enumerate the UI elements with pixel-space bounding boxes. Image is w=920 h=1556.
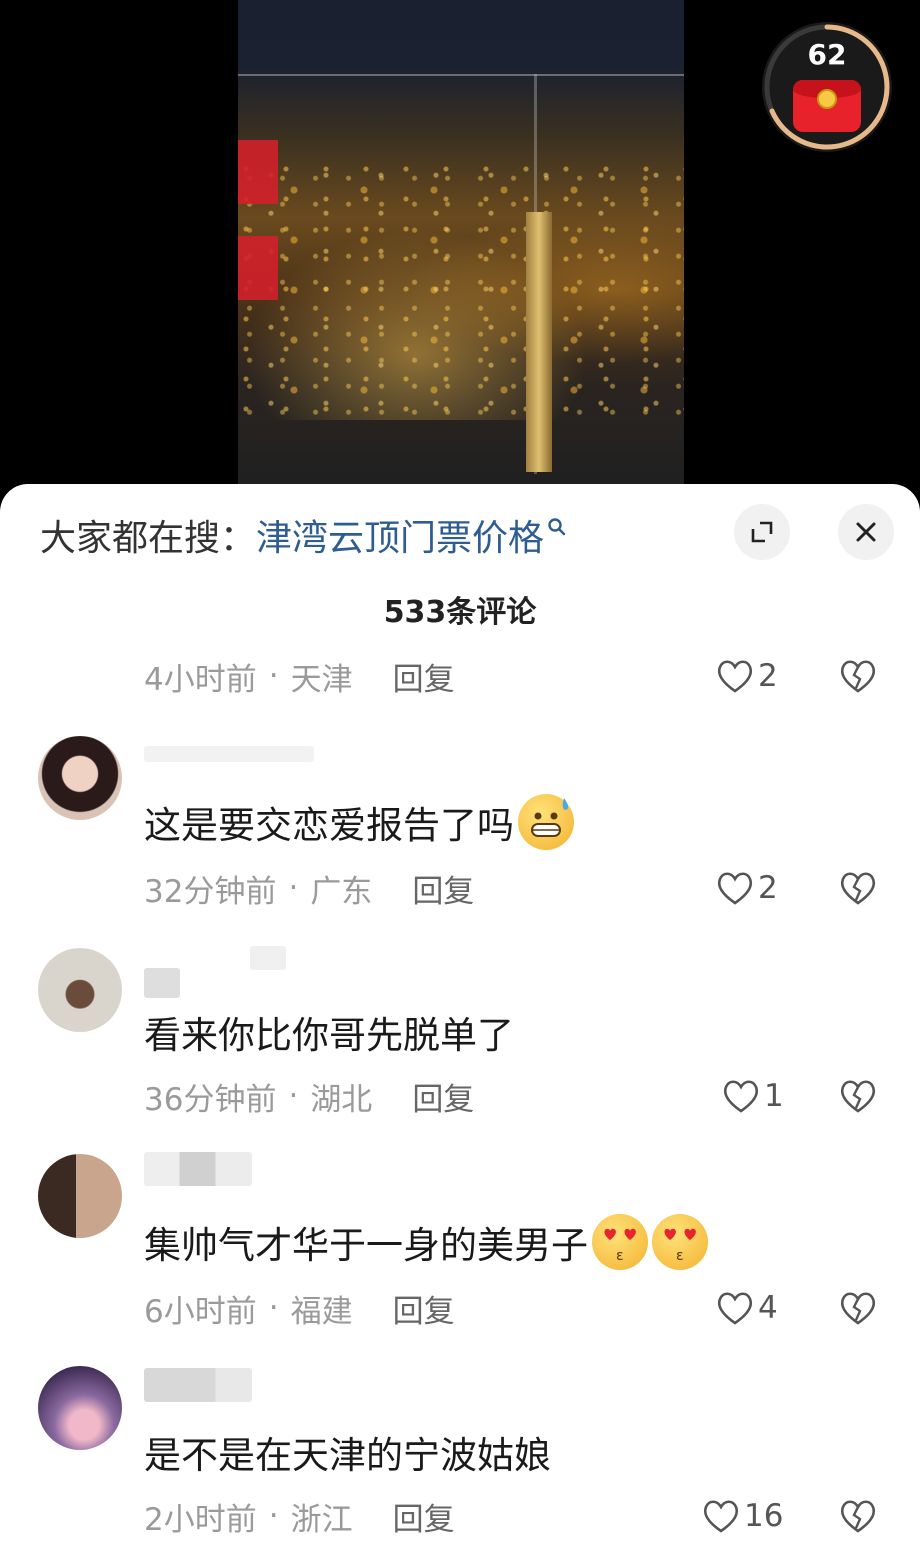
search-icon [548,518,566,536]
like-count: 2 [758,870,778,906]
comment-text: 这是要交恋爱报告了吗 [144,792,574,852]
kissing-heart-eyes-emoji-icon: ε [592,1214,648,1270]
like-button[interactable]: 2 [716,866,778,910]
broken-heart-icon [840,1500,876,1533]
reply-button[interactable]: 回复 [412,1074,474,1119]
comment-location: 福建 [290,1293,353,1330]
avatar[interactable] [38,1154,122,1238]
like-button[interactable]: 2 [716,654,778,698]
video-player[interactable]: 62 [0,0,920,500]
comment-time: 4小时前 [144,661,257,698]
comments-sheet: 大家都在搜： 津湾云顶门票价格 533条评论 4小时前 · 天津 回复 2 这是… [0,484,920,1556]
heart-icon [717,660,753,693]
avatar[interactable] [38,948,122,1032]
comment-body: 看来你比你哥先脱单了 [144,1014,514,1057]
username-blurred[interactable] [144,1368,252,1402]
like-count: 16 [744,1498,784,1534]
red-floor-number-decor [238,140,278,300]
search-suggestion[interactable]: 大家都在搜： 津湾云顶门票价格 [40,510,568,560]
comment-meta: 2小时前 · 浙江 回复 [144,1494,455,1538]
comment-meta: 36分钟前 · 湖北 回复 [144,1074,474,1118]
red-packet-count: 62 [807,38,847,71]
video-frame[interactable] [238,0,684,484]
heart-icon [723,1080,759,1113]
reply-button[interactable]: 回复 [393,1286,455,1331]
dislike-button[interactable] [836,1286,880,1330]
like-button[interactable]: 1 [722,1074,784,1118]
reply-button[interactable]: 回复 [412,866,474,911]
comment-meta: 4小时前 · 天津 回复 [144,654,455,698]
comment-count: 533条评论 [383,595,537,630]
search-suggestion-term[interactable]: 津湾云顶门票价格 [256,509,544,561]
comment-time: 2小时前 [144,1501,257,1538]
svg-text:ε: ε [676,1248,684,1264]
comment-text: 集帅气才华于一身的美男子 ε ε [144,1212,708,1272]
heart-icon [703,1500,739,1533]
close-icon [856,522,876,542]
red-envelope-icon [793,80,861,132]
comment-location: 天津 [290,661,353,698]
like-button[interactable]: 16 [702,1494,783,1538]
comment-location: 广东 [310,873,373,910]
close-button[interactable] [838,504,894,560]
comment-body: 这是要交恋爱报告了吗 [144,804,514,847]
username-blurred[interactable] [144,968,180,998]
heart-icon [717,872,753,905]
dislike-button[interactable] [836,1074,880,1118]
comment-location: 浙江 [290,1501,353,1538]
like-count: 2 [758,658,778,694]
comment-meta: 6小时前 · 福建 回复 [144,1286,455,1330]
broken-heart-icon [840,872,876,905]
like-button[interactable]: 4 [716,1286,778,1330]
dislike-button[interactable] [836,1494,880,1538]
comment-text: 是不是在天津的宁波姑娘 [144,1424,551,1480]
comment-body: 是不是在天津的宁波姑娘 [144,1434,551,1477]
search-suggestion-prefix: 大家都在搜： [40,518,257,559]
comment-location: 湖北 [310,1081,373,1118]
broken-heart-icon [840,1080,876,1113]
heart-icon [717,1292,753,1325]
comment-meta: 32分钟前 · 广东 回复 [144,866,474,910]
separator-dot: · [288,1078,299,1114]
broken-heart-icon [840,1292,876,1325]
separator-dot: · [288,870,299,906]
comment-text: 看来你比你哥先脱单了 [144,1004,514,1060]
comment-time: 6小时前 [144,1293,257,1330]
username-blurred [250,946,286,970]
red-packet-widget[interactable]: 62 [762,22,892,152]
dislike-button[interactable] [836,866,880,910]
avatar[interactable] [38,736,122,820]
like-count: 1 [764,1078,784,1114]
comment-body: 集帅气才华于一身的美男子 [144,1224,588,1267]
reply-button[interactable]: 回复 [393,1494,455,1539]
expand-button[interactable] [734,504,790,560]
dislike-button[interactable] [836,654,880,698]
broken-heart-icon [840,660,876,693]
like-count: 4 [758,1290,778,1326]
reply-button[interactable]: 回复 [393,654,455,699]
city-lights-background [238,160,684,420]
brass-pole [526,212,552,472]
username-blurred[interactable] [144,746,314,762]
separator-dot: · [268,1290,279,1326]
separator-dot: · [268,658,279,694]
comment-time: 36分钟前 [144,1081,277,1118]
kissing-heart-eyes-emoji-icon: ε [652,1214,708,1270]
comment-time: 32分钟前 [144,873,277,910]
svg-text:ε: ε [616,1248,624,1264]
separator-dot: · [268,1498,279,1534]
glass-railing [238,74,684,76]
avatar[interactable] [38,1366,122,1450]
username-blurred[interactable] [144,1152,252,1186]
sweat-grin-emoji-icon [518,794,574,850]
expand-icon [751,521,773,543]
